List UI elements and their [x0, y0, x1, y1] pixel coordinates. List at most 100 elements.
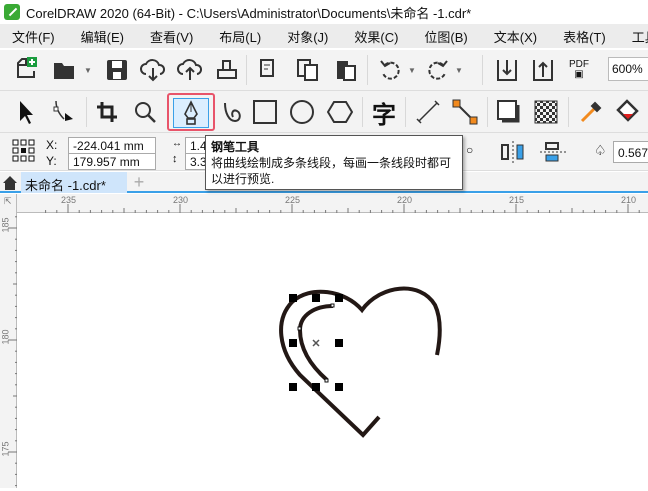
- open-button[interactable]: [50, 55, 80, 85]
- close-curve-icon[interactable]: ○: [466, 143, 473, 157]
- zoom-tool[interactable]: [130, 97, 160, 127]
- menu-bitmaps[interactable]: 位图(B): [424, 27, 467, 46]
- align-nodes-icon[interactable]: [500, 141, 526, 163]
- transparency-tool[interactable]: [531, 97, 561, 127]
- ruler-label: 210: [621, 195, 637, 205]
- menu-tools[interactable]: 工具(O): [632, 27, 648, 46]
- document-tab[interactable]: 未命名 -1.cdr*: [21, 172, 127, 193]
- ruler-label: 225: [285, 195, 301, 205]
- separator: [568, 97, 569, 127]
- bspline-tool[interactable]: [218, 97, 248, 127]
- separator: [367, 55, 368, 85]
- connector-icon: [452, 99, 478, 125]
- vertical-ruler[interactable]: ⇱ 185 180 175: [0, 194, 17, 488]
- separator: [86, 97, 87, 127]
- eyedropper-icon: [580, 101, 602, 123]
- ruler-ticks: [45, 204, 640, 213]
- import-icon: [497, 60, 517, 81]
- undo-dropdown-icon[interactable]: ▼: [408, 66, 416, 75]
- height-icon: ↕: [172, 153, 178, 165]
- y-position-input[interactable]: 179.957 mm: [68, 153, 156, 170]
- separator: [487, 97, 488, 127]
- reference-point-icon[interactable]: [12, 139, 36, 163]
- arrow-pointer-icon: [20, 101, 33, 124]
- y-label: Y:: [46, 154, 57, 168]
- menu-table[interactable]: 表格(T): [563, 27, 606, 46]
- interactive-fill-tool[interactable]: [614, 97, 644, 127]
- separator: [482, 55, 483, 85]
- shape-tool[interactable]: [48, 97, 78, 127]
- menu-object[interactable]: 对象(J): [287, 27, 328, 46]
- standard-toolbar: ▼ ▼ ▼ PDF ▣ 600%: [0, 50, 648, 91]
- outline-width-input[interactable]: 0.567: [613, 141, 648, 163]
- rectangle-icon: [253, 100, 277, 124]
- ruler-label: 235: [61, 195, 77, 205]
- undo-button[interactable]: [375, 55, 405, 85]
- ruler-label: 215: [509, 195, 525, 205]
- ruler-label: 230: [173, 195, 189, 205]
- rectangle-tool[interactable]: [250, 97, 280, 127]
- text-tool[interactable]: 字: [369, 97, 399, 129]
- export-icon: [533, 60, 553, 81]
- drawing-canvas[interactable]: [18, 213, 648, 488]
- horizontal-ruler[interactable]: 235 230 225 220 215 210: [17, 194, 648, 213]
- copy-icon: [297, 59, 318, 81]
- eyedropper-tool[interactable]: [576, 97, 606, 127]
- copy-button[interactable]: [293, 55, 323, 85]
- curve-icon: [224, 102, 241, 123]
- save-button[interactable]: [102, 55, 132, 85]
- dimension-tool[interactable]: [413, 97, 443, 127]
- drawing: [279, 286, 442, 438]
- shape-tool-icon: [53, 100, 73, 121]
- coreldraw-logo-icon: [4, 4, 20, 20]
- export-button[interactable]: [528, 55, 558, 85]
- redo-dropdown-icon[interactable]: ▼: [455, 66, 463, 75]
- pen-tool[interactable]: [167, 93, 215, 131]
- pen-nib-icon: [184, 100, 198, 125]
- separator: [405, 97, 406, 127]
- zoom-level-input[interactable]: 600%: [608, 57, 648, 81]
- heart-curve[interactable]: [279, 286, 442, 438]
- reflect-nodes-icon[interactable]: [540, 141, 566, 163]
- magnifier-icon: [135, 102, 156, 123]
- redo-icon: [428, 60, 448, 80]
- menu-effects[interactable]: 效果(C): [354, 27, 398, 46]
- menu-layout[interactable]: 布局(L): [219, 27, 261, 46]
- drop-shadow-tool[interactable]: [494, 97, 524, 127]
- menu-text[interactable]: 文本(X): [494, 27, 537, 46]
- import-button[interactable]: [492, 55, 522, 85]
- new-document-icon: [17, 57, 37, 78]
- cloud-import-button[interactable]: [138, 55, 168, 85]
- home-icon[interactable]: [3, 176, 17, 190]
- new-document-button[interactable]: [12, 55, 42, 85]
- cloud-download-icon: [140, 59, 166, 82]
- connector-tool[interactable]: [450, 97, 480, 127]
- crop-tool[interactable]: [92, 97, 122, 127]
- menu-view[interactable]: 查看(V): [150, 27, 193, 46]
- publish-pdf-button[interactable]: PDF ▣: [564, 55, 594, 85]
- paste-button[interactable]: [331, 55, 361, 85]
- copy-properties-button[interactable]: [255, 55, 285, 85]
- print-button[interactable]: [212, 55, 242, 85]
- checkerboard-icon: [534, 100, 558, 124]
- ellipse-tool[interactable]: [287, 97, 317, 127]
- x-position-input[interactable]: -224.041 mm: [68, 137, 156, 154]
- menu-edit[interactable]: 编辑(E): [81, 27, 124, 46]
- document-icon: [260, 59, 274, 77]
- ellipse-icon: [290, 100, 314, 124]
- menu-file[interactable]: 文件(F): [12, 27, 55, 46]
- print-icon: [217, 60, 237, 79]
- cloud-export-button[interactable]: [175, 55, 205, 85]
- folder-icon: [54, 63, 74, 79]
- cloud-upload-icon: [177, 59, 203, 80]
- add-tab-button[interactable]: +: [130, 172, 148, 193]
- window-title: CorelDRAW 2020 (64-Bit) - C:\Users\Admin…: [26, 5, 472, 21]
- open-dropdown-icon[interactable]: ▼: [84, 66, 92, 75]
- pick-tool[interactable]: [10, 97, 40, 127]
- tooltip-body: 将曲线绘制成多条线段，每画一条线段时都可以进行预览.: [211, 156, 452, 186]
- fill-bucket-icon: [616, 99, 639, 122]
- width-icon: ↔: [172, 138, 182, 149]
- polygon-tool[interactable]: [325, 97, 355, 127]
- redo-button[interactable]: [423, 55, 453, 85]
- x-label: X:: [46, 138, 58, 152]
